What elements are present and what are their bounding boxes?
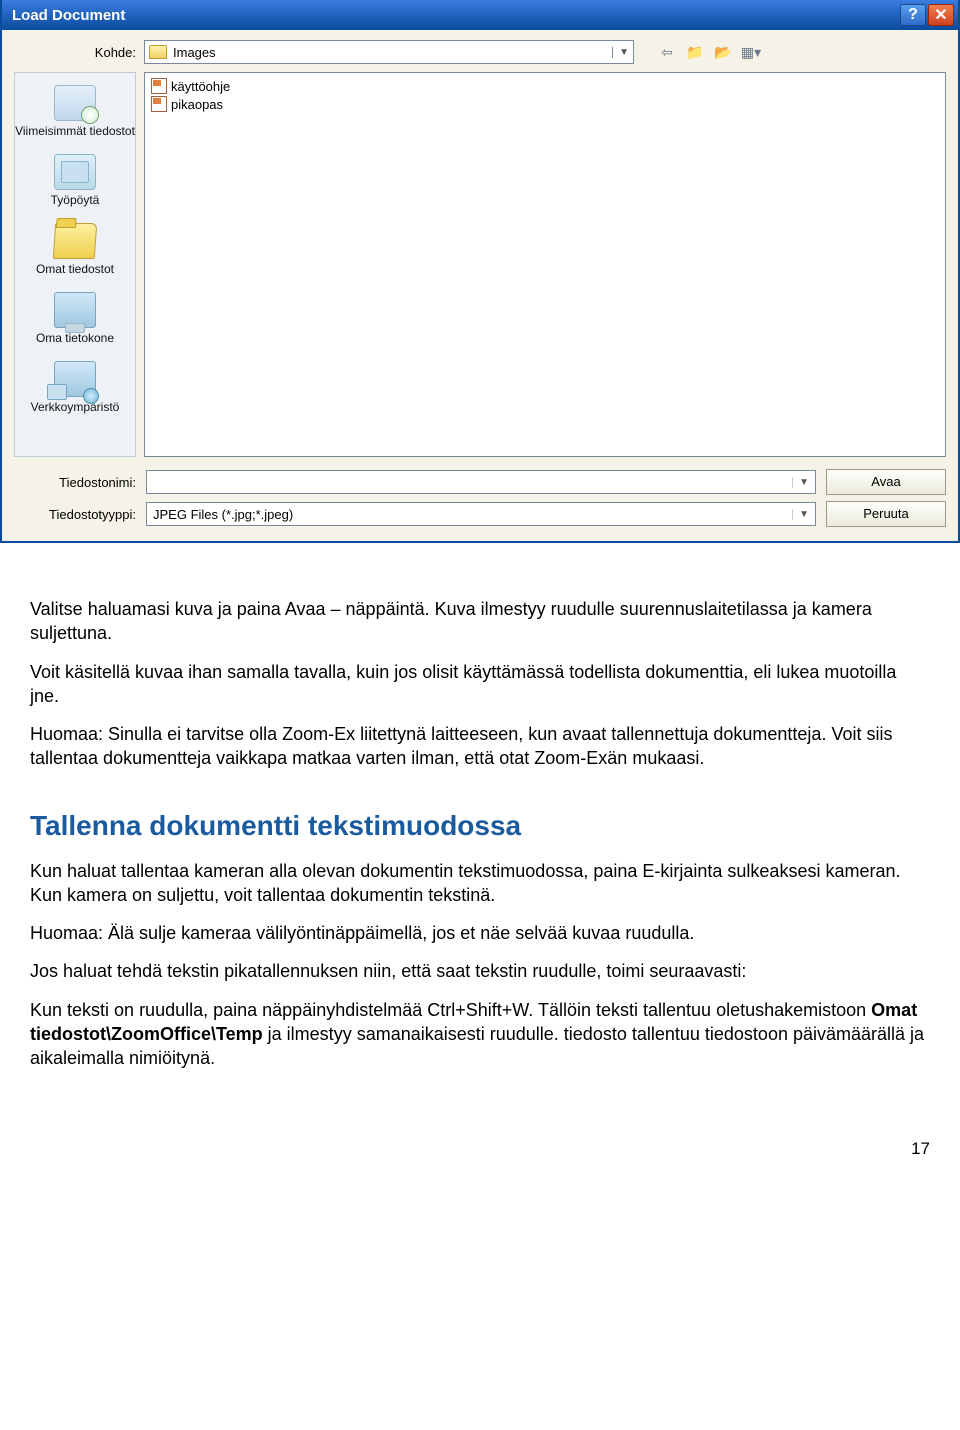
place-label: Omat tiedostot <box>36 262 114 276</box>
look-in-select[interactable]: Images ▼ <box>144 40 634 64</box>
place-desktop[interactable]: Työpöytä <box>51 154 100 207</box>
new-folder-icon[interactable]: 📂 <box>712 42 734 62</box>
place-recent[interactable]: Viimeisimmät tiedostot <box>15 85 135 138</box>
document-body: Valitse haluamasi kuva ja paina Avaa – n… <box>0 573 960 1125</box>
place-network[interactable]: Verkkoympäristö <box>31 361 120 414</box>
open-button[interactable]: Avaa <box>826 469 946 495</box>
help-button[interactable]: ? <box>900 4 926 26</box>
documents-icon <box>53 223 98 259</box>
place-label: Viimeisimmät tiedostot <box>15 124 135 138</box>
image-file-icon <box>151 78 167 94</box>
look-in-label: Kohde: <box>14 45 136 60</box>
chevron-down-icon: ▼ <box>612 47 629 58</box>
filetype-label: Tiedostotyyppi: <box>14 507 136 522</box>
paragraph: Huomaa: Älä sulje kameraa välilyöntinäpp… <box>30 921 930 945</box>
place-label: Verkkoympäristö <box>31 400 120 414</box>
list-item[interactable]: pikaopas <box>149 95 941 113</box>
image-file-icon <box>151 96 167 112</box>
desktop-icon <box>54 154 96 190</box>
page-number: 17 <box>0 1125 960 1179</box>
paragraph: Jos haluat tehdä tekstin pikatallennukse… <box>30 959 930 983</box>
load-document-dialog: Load Document ? ✕ Kohde: Images ▼ ⇦ 📁 📂 … <box>0 0 960 543</box>
file-list[interactable]: käyttöohje pikaopas <box>144 72 946 457</box>
view-menu-icon[interactable]: ▦▾ <box>740 42 762 62</box>
text-run: Kun teksti on ruudulla, paina näppäinyhd… <box>30 1000 871 1020</box>
paragraph: Kun haluat tallentaa kameran alla olevan… <box>30 859 930 908</box>
place-documents[interactable]: Omat tiedostot <box>36 223 114 276</box>
dialog-title: Load Document <box>12 7 125 24</box>
dialog-toolbar: ⇦ 📁 📂 ▦▾ <box>656 42 762 62</box>
file-name: käyttöohje <box>171 79 230 94</box>
place-label: Työpöytä <box>51 193 100 207</box>
list-item[interactable]: käyttöohje <box>149 77 941 95</box>
cancel-button[interactable]: Peruuta <box>826 501 946 527</box>
places-bar: Viimeisimmät tiedostot Työpöytä Omat tie… <box>14 72 136 457</box>
folder-icon <box>149 45 167 59</box>
paragraph: Huomaa: Sinulla ei tarvitse olla Zoom-Ex… <box>30 722 930 771</box>
up-folder-icon[interactable]: 📁 <box>684 42 706 62</box>
paragraph: Valitse haluamasi kuva ja paina Avaa – n… <box>30 597 930 646</box>
chevron-down-icon: ▼ <box>792 509 809 520</box>
recent-docs-icon <box>54 85 96 121</box>
back-icon[interactable]: ⇦ <box>656 42 678 62</box>
filename-input[interactable]: ▼ <box>146 470 816 494</box>
close-button[interactable]: ✕ <box>928 4 954 26</box>
place-computer[interactable]: Oma tietokone <box>36 292 114 345</box>
network-icon <box>54 361 96 397</box>
paragraph: Voit käsitellä kuvaa ihan samalla tavall… <box>30 660 930 709</box>
look-in-value: Images <box>173 45 216 60</box>
paragraph: Kun teksti on ruudulla, paina näppäinyhd… <box>30 998 930 1071</box>
dialog-body: Kohde: Images ▼ ⇦ 📁 📂 ▦▾ Viimeisimmät ti… <box>2 30 958 541</box>
file-name: pikaopas <box>171 97 223 112</box>
place-label: Oma tietokone <box>36 331 114 345</box>
chevron-down-icon: ▼ <box>792 477 809 488</box>
filetype-value: JPEG Files (*.jpg;*.jpeg) <box>153 507 293 522</box>
dialog-titlebar: Load Document ? ✕ <box>2 0 958 30</box>
section-heading: Tallenna dokumentti tekstimuodossa <box>30 807 930 845</box>
filename-label: Tiedostonimi: <box>14 475 136 490</box>
computer-icon <box>54 292 96 328</box>
filetype-select[interactable]: JPEG Files (*.jpg;*.jpeg) ▼ <box>146 502 816 526</box>
